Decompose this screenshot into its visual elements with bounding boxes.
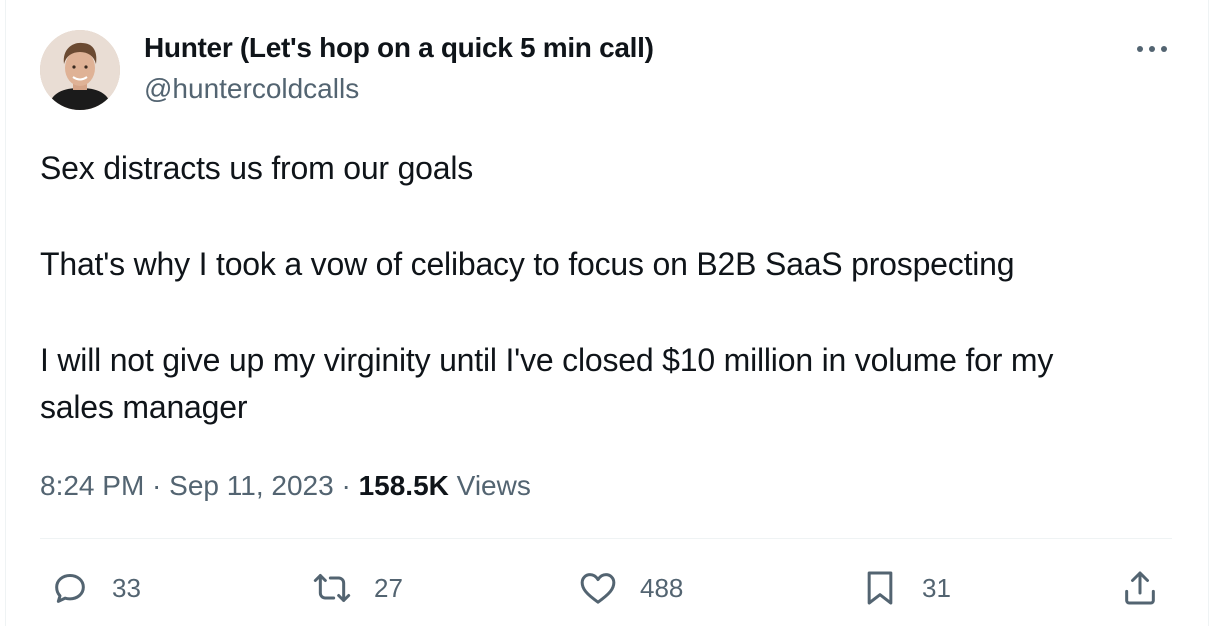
card-border-left (5, 0, 6, 626)
share-button[interactable] (1120, 566, 1160, 610)
author-name[interactable]: Hunter (Let's hop on a quick 5 min call) (144, 32, 654, 64)
like-count: 488 (640, 572, 684, 603)
tweet-text-line-1: Sex distracts us from our goals (40, 150, 474, 186)
views-label: Views (448, 470, 531, 501)
more-horizontal-icon (1137, 46, 1167, 52)
more-options-button[interactable] (1130, 34, 1174, 64)
views-count[interactable]: 158.5K (359, 470, 449, 501)
reply-count: 33 (112, 572, 141, 603)
retweet-button[interactable]: 27 (312, 566, 403, 610)
share-icon (1125, 571, 1155, 605)
meta-separator: · (333, 470, 359, 501)
divider (40, 538, 1172, 539)
meta-separator: · (144, 470, 170, 501)
reply-icon (55, 574, 85, 603)
tweet-time[interactable]: 8:24 PM (40, 470, 144, 501)
tweet-text-line-2: That's why I took a vow of celibacy to f… (40, 246, 1015, 282)
tweet-card: Hunter (Let's hop on a quick 5 min call)… (0, 0, 1214, 626)
tweet-date[interactable]: Sep 11, 2023 (169, 470, 334, 501)
card-border-right (1208, 0, 1209, 626)
bookmark-button[interactable]: 31 (860, 566, 951, 610)
avatar-photo (40, 30, 120, 110)
tweet-text-line-4: sales manager (40, 389, 248, 425)
tweet-text-line-3: I will not give up my virginity until I'… (40, 342, 1054, 378)
like-button[interactable]: 488 (578, 566, 683, 610)
heart-icon (580, 573, 616, 604)
bookmark-count: 31 (922, 572, 951, 603)
reply-button[interactable]: 33 (50, 566, 141, 610)
retweet-count: 27 (374, 572, 403, 603)
tweet-meta: 8:24 PM · Sep 11, 2023 · 158.5K Views (40, 470, 531, 502)
avatar[interactable] (40, 30, 120, 110)
bookmark-icon (867, 571, 893, 605)
retweet-icon (313, 574, 351, 602)
author-handle[interactable]: @huntercoldcalls (144, 73, 359, 105)
